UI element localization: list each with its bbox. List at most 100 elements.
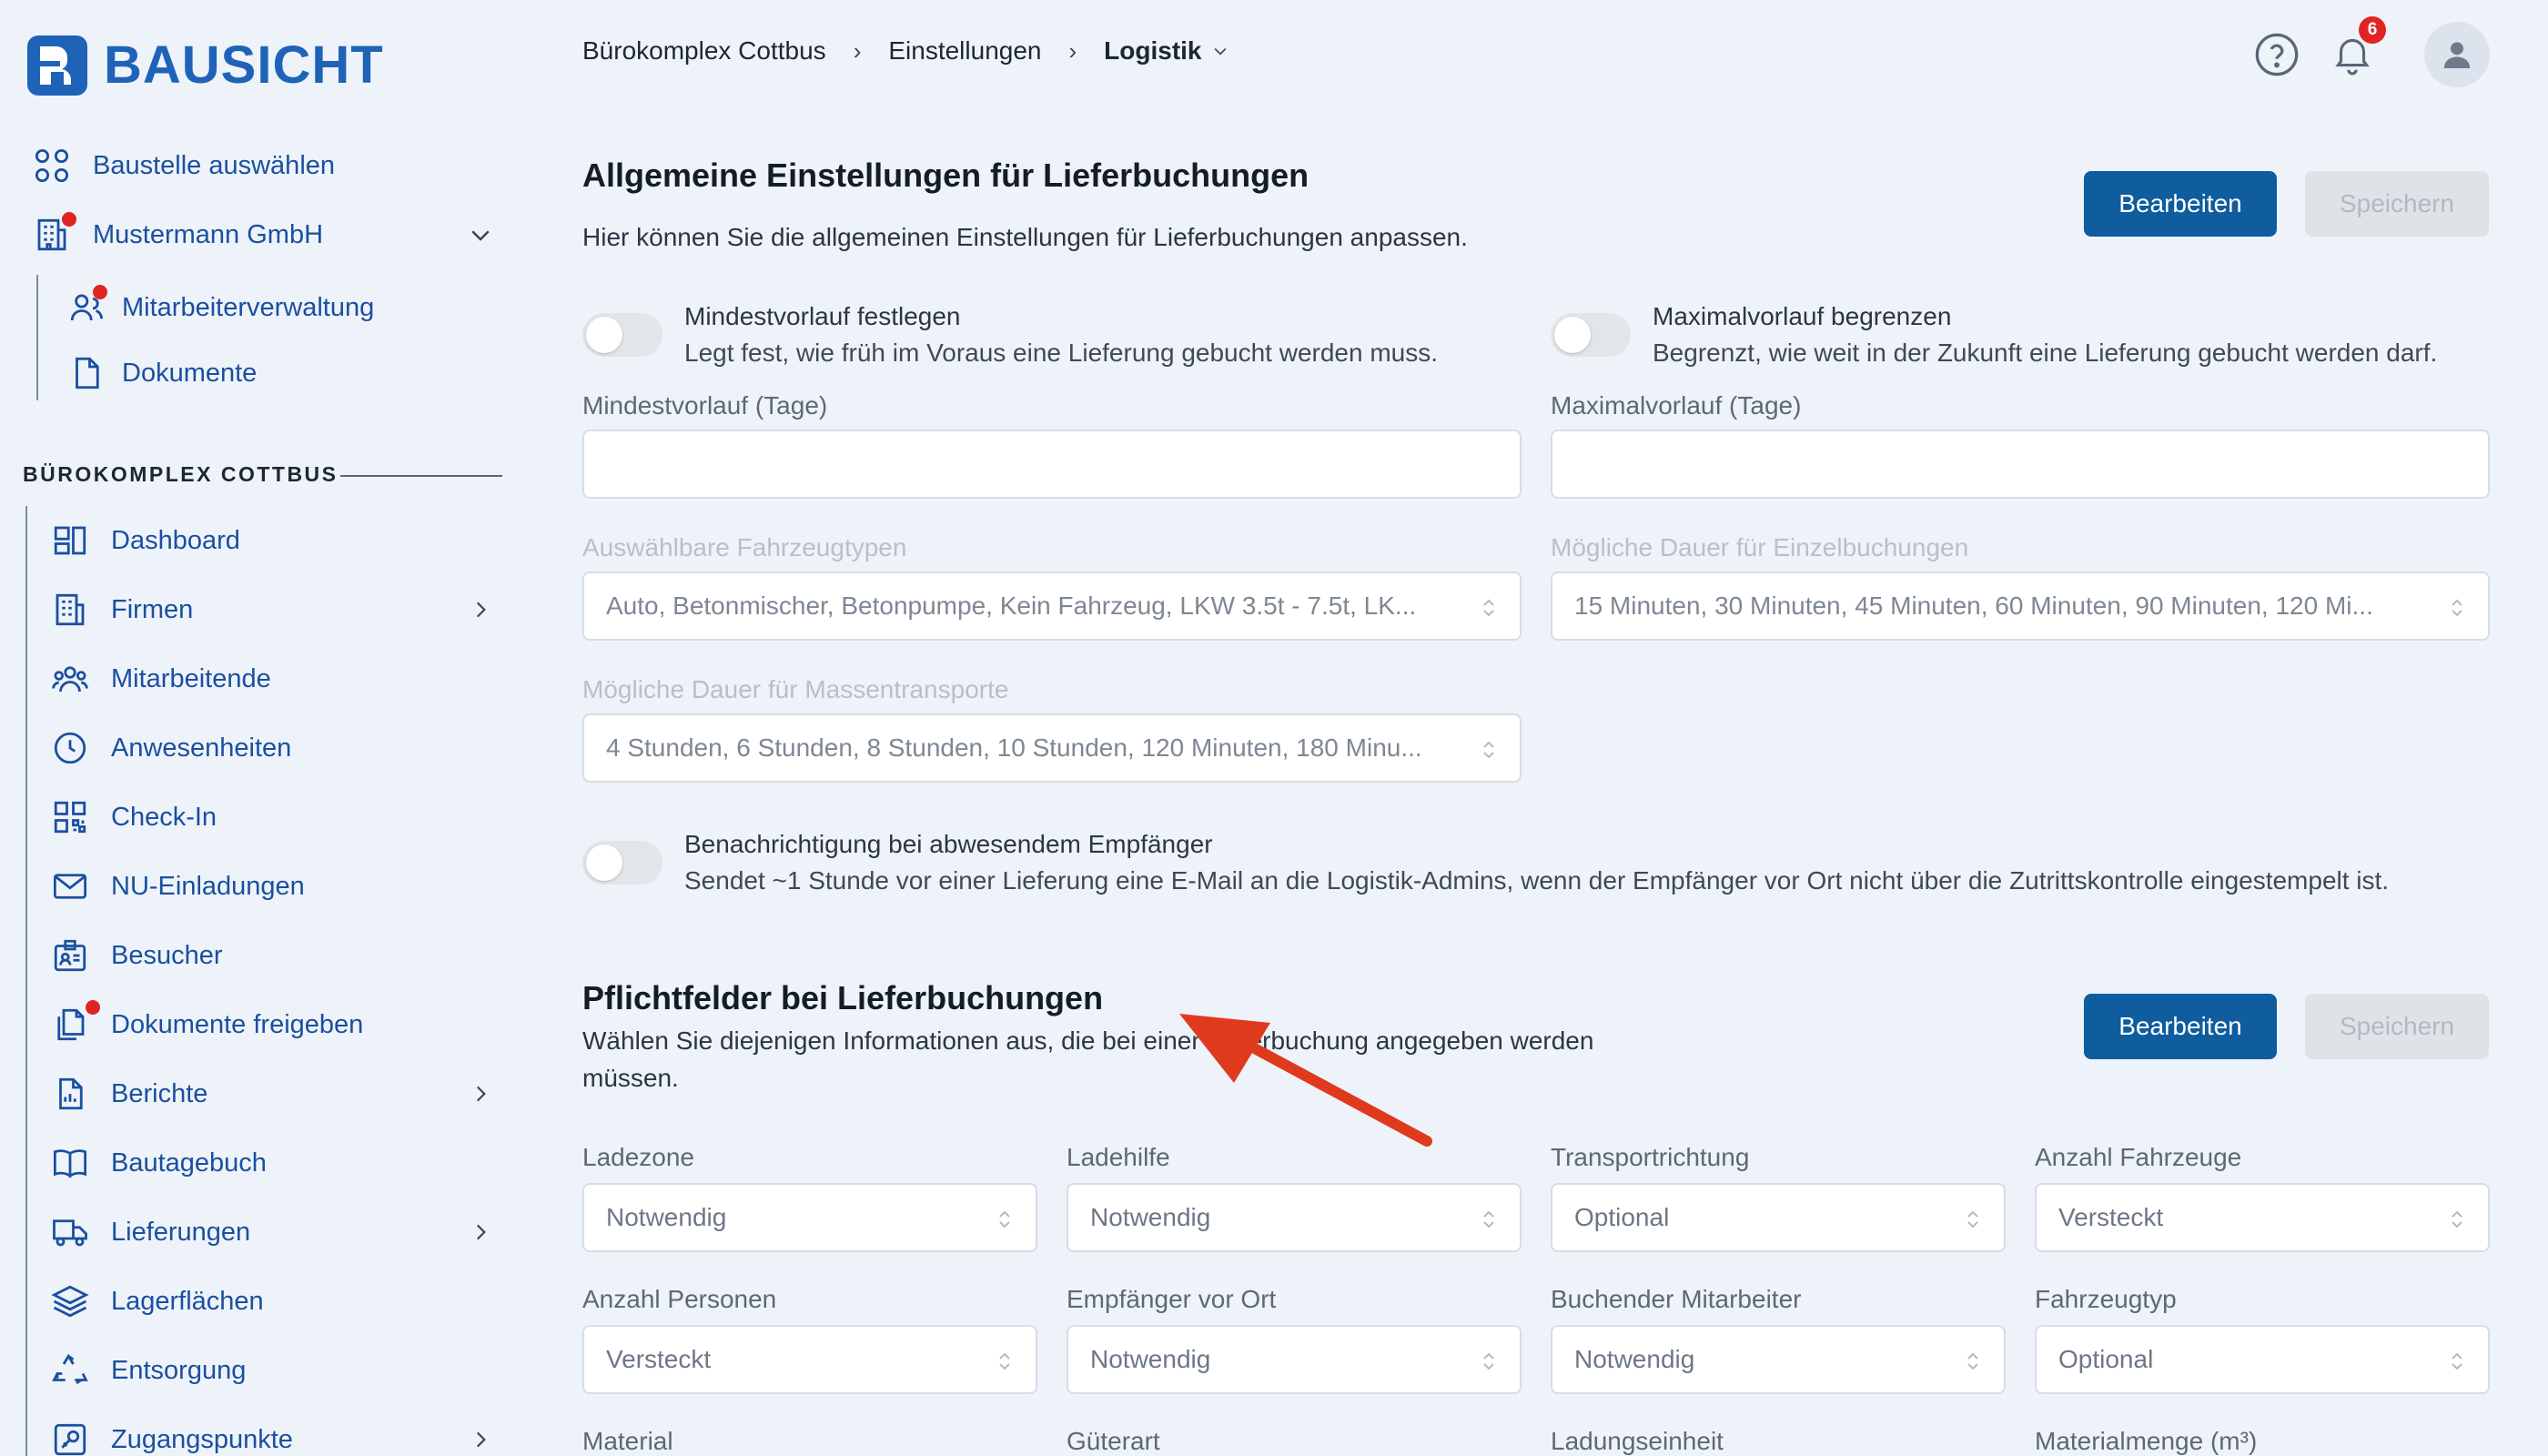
sidebar-item-nu-einladungen[interactable]: NU-Einladungen <box>49 859 305 914</box>
max-lead-input[interactable] <box>1551 430 2490 499</box>
qr-icon <box>49 796 91 838</box>
access-point-icon <box>49 1419 91 1456</box>
sidebar-item-mitarbeitende[interactable]: Mitarbeitende <box>49 652 271 706</box>
sidebar-item-dokumente-freigeben[interactable]: Dokumente freigeben <box>49 997 363 1052</box>
report-icon <box>49 1073 91 1115</box>
min-lead-toggle-description: Legt fest, wie früh im Voraus eine Liefe… <box>684 339 1439 367</box>
sidebar-item-company[interactable]: Mustermann GmbH <box>31 207 323 262</box>
sidebar-item-label: Entsorgung <box>111 1355 247 1385</box>
general-settings-description: Hier können Sie die allgemeinen Einstell… <box>582 223 1468 251</box>
alert-dot <box>93 285 107 299</box>
clock-icon <box>49 727 91 769</box>
min-lead-toggle[interactable] <box>582 313 662 357</box>
sidebar-item-dashboard[interactable]: Dashboard <box>49 513 240 568</box>
field-select-transportrichtung[interactable]: Optional <box>1551 1183 2006 1252</box>
book-icon <box>49 1142 91 1184</box>
sidebar-item-label: Check-In <box>111 802 217 832</box>
sidebar-item-label: Dashboard <box>111 525 240 555</box>
updown-caret-icon <box>1483 599 1494 617</box>
field-select-buchender-mitarbeiter[interactable]: Notwendig <box>1551 1325 2006 1394</box>
sidebar-item-label: Zugangspunkte <box>111 1424 293 1454</box>
section-divider <box>340 475 502 477</box>
sidebar-item-bautagebuch[interactable]: Bautagebuch <box>49 1136 267 1190</box>
help-icon[interactable] <box>2253 31 2300 78</box>
chevron-right-icon[interactable] <box>469 598 492 622</box>
field-select-empfaenger[interactable]: Notwendig <box>1067 1325 1522 1394</box>
updown-caret-icon <box>1967 1352 1978 1370</box>
sidebar: BAUSICHT Baustelle auswählen Mustermann … <box>0 0 528 1456</box>
general-save-button[interactable]: Speichern <box>2305 171 2489 237</box>
sidebar-item-checkin[interactable]: Check-In <box>49 790 217 844</box>
sidebar-item-entsorgung[interactable]: Entsorgung <box>49 1343 246 1398</box>
absent-recipient-toggle[interactable] <box>582 841 662 885</box>
field-label-fahrzeugtyp: Fahrzeugtyp <box>2035 1285 2177 1313</box>
mass-duration-select[interactable]: 4 Stunden, 6 Stunden, 8 Stunden, 10 Stun… <box>582 713 1522 783</box>
field-select-ladezone[interactable]: Notwendig <box>582 1183 1037 1252</box>
chevron-down-icon <box>1214 47 1226 56</box>
field-select-anzahl-personen[interactable]: Versteckt <box>582 1325 1037 1394</box>
recycle-icon <box>49 1350 91 1391</box>
office-icon <box>49 589 91 631</box>
sidebar-item-anwesenheiten[interactable]: Anwesenheiten <box>49 721 291 775</box>
breadcrumb-current-label: Logistik <box>1104 36 1202 65</box>
sidebar-item-label: Lagerflächen <box>111 1286 264 1316</box>
breadcrumb-separator-icon: › <box>1068 36 1077 65</box>
field-label-buchender-mitarbeiter: Buchender Mitarbeiter <box>1551 1285 1802 1313</box>
breadcrumb-separator-icon: › <box>853 36 862 65</box>
visitor-badge-icon <box>49 935 91 976</box>
updown-caret-icon <box>2452 599 2462 617</box>
brand-logo[interactable]: BAUSICHT <box>27 35 384 96</box>
required-save-button[interactable]: Speichern <box>2305 994 2489 1059</box>
max-lead-label: Maximalvorlauf (Tage) <box>1551 391 1802 420</box>
single-duration-value: 15 Minuten, 30 Minuten, 45 Minuten, 60 M… <box>1574 592 2373 620</box>
sidebar-item-label: Bautagebuch <box>111 1148 267 1178</box>
sidebar-item-lieferungen[interactable]: Lieferungen <box>49 1205 250 1259</box>
sidebar-item-label: Dokumente <box>122 358 258 388</box>
field-select-anzahl-fahrzeuge[interactable]: Versteckt <box>2035 1183 2490 1252</box>
field-value: Versteckt <box>606 1345 712 1373</box>
breadcrumb-item-settings[interactable]: Einstellungen <box>888 36 1041 66</box>
field-select-ladehilfe[interactable]: Notwendig <box>1067 1183 1522 1252</box>
field-label-materialmenge: Materialmenge (m³) <box>2035 1427 2258 1455</box>
sidebar-item-besucher[interactable]: Besucher <box>49 928 223 983</box>
chevron-down-icon[interactable] <box>467 221 494 248</box>
sidebar-item-berichte[interactable]: Berichte <box>49 1067 207 1121</box>
updown-caret-icon <box>2452 1352 2462 1370</box>
vehicle-types-select[interactable]: Auto, Betonmischer, Betonpumpe, Kein Fah… <box>582 571 1522 641</box>
sidebar-item-label: Baustelle auswählen <box>93 150 336 180</box>
notification-badge: 6 <box>2359 16 2386 44</box>
chevron-right-icon[interactable] <box>469 1428 492 1451</box>
sidebar-item-firmen[interactable]: Firmen <box>49 582 193 637</box>
field-value: Optional <box>1574 1203 1670 1231</box>
general-settings-title: Allgemeine Einstellungen für Lieferbuchu… <box>582 157 1309 194</box>
sidebar-item-lagerflaechen[interactable]: Lagerflächen <box>49 1274 264 1329</box>
sidebar-item-label: Besucher <box>111 940 223 970</box>
sidebar-item-baustelle[interactable]: Baustelle auswählen <box>31 138 335 193</box>
breadcrumb-item-current[interactable]: Logistik <box>1104 36 1228 66</box>
single-duration-select[interactable]: 15 Minuten, 30 Minuten, 45 Minuten, 60 M… <box>1551 571 2490 641</box>
max-lead-toggle[interactable] <box>1551 313 1631 357</box>
field-value: Notwendig <box>1574 1345 1695 1373</box>
required-edit-button[interactable]: Bearbeiten <box>2084 994 2277 1059</box>
field-select-fahrzeugtyp[interactable]: Optional <box>2035 1325 2490 1394</box>
sidebar-item-zugangspunkte[interactable]: Zugangspunkte <box>49 1412 293 1456</box>
tree-line <box>36 275 38 400</box>
breadcrumb-item-project[interactable]: Bürokomplex Cottbus <box>582 36 826 66</box>
avatar[interactable] <box>2424 22 2490 87</box>
sidebar-item-dokumente[interactable]: Dokumente <box>66 346 257 400</box>
field-label-empfaenger: Empfänger vor Ort <box>1067 1285 1277 1313</box>
required-fields-description-line1: Wählen Sie diejenigen Informationen aus,… <box>582 1026 1594 1055</box>
field-value: Notwendig <box>606 1203 727 1231</box>
sidebar-item-mitarbeiterverwaltung[interactable]: Mitarbeiterverwaltung <box>66 280 374 335</box>
field-value: Notwendig <box>1090 1203 1211 1231</box>
grid-icon <box>31 145 73 187</box>
breadcrumb: Bürokomplex Cottbus › Einstellungen › Lo… <box>582 36 1229 66</box>
required-fields-title: Pflichtfelder bei Lieferbuchungen <box>582 979 1104 1016</box>
field-label-gueterart: Güterart <box>1067 1427 1160 1455</box>
general-edit-button[interactable]: Bearbeiten <box>2084 171 2277 237</box>
min-lead-input[interactable] <box>582 430 1522 499</box>
field-value: Notwendig <box>1090 1345 1211 1373</box>
chevron-right-icon[interactable] <box>469 1220 492 1244</box>
chevron-right-icon[interactable] <box>469 1082 492 1106</box>
updown-caret-icon <box>1967 1210 1978 1228</box>
